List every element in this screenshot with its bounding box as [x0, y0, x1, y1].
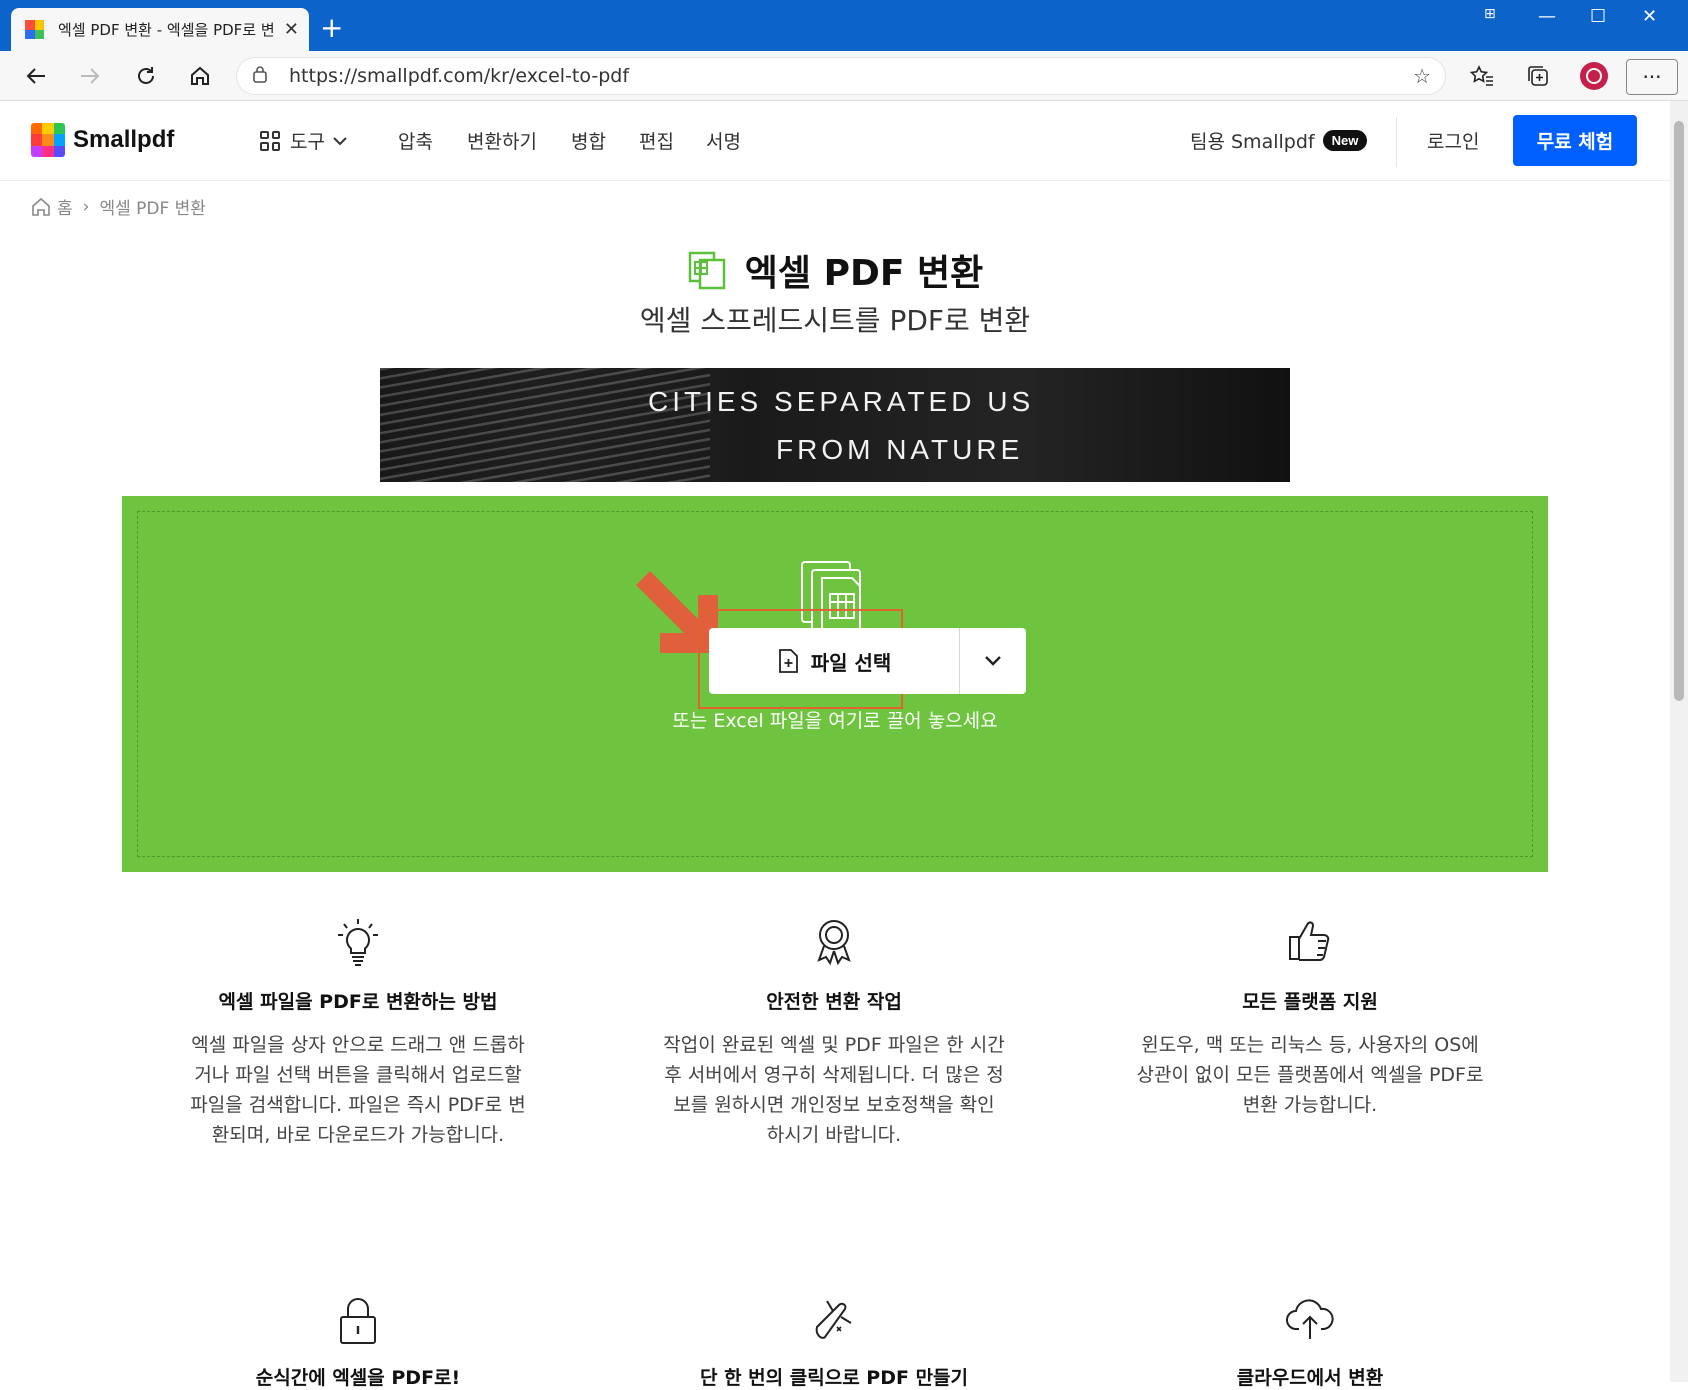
- feature-line: 거나 파일 선택 버튼을 클릭해서 업로드할: [194, 1064, 522, 1086]
- nav-edit[interactable]: 편집: [639, 127, 674, 154]
- window-layout-icon[interactable]: ⊞: [1484, 6, 1496, 22]
- excel-spreadsheet-icon: [688, 251, 726, 290]
- smallpdf-logo-icon: [31, 123, 65, 157]
- feature-title: 엑셀 파일을 PDF로 변환하는 방법: [218, 991, 498, 1013]
- feature-description: 엑셀 파일을 상자 안으로 드래그 앤 드롭하 거나 파일 선택 버튼을 클릭해…: [158, 1030, 558, 1150]
- nav-tools-label: 도구: [290, 131, 325, 153]
- url-text: https://smallpdf.com/kr/excel-to-pdf: [289, 65, 630, 87]
- feature-how-to: 엑셀 파일을 PDF로 변환하는 방법 엑셀 파일을 상자 안으로 드래그 앤 …: [158, 917, 558, 1150]
- site-header: Smallpdf 도구 압축 변환하기 병합 편집 서명 팀용 Smallpdf…: [0, 101, 1670, 181]
- ad-text-line2: FROM NATURE: [776, 434, 1024, 465]
- feature-platforms: 모든 플랫폼 지원 윈도우, 맥 또는 리눅스 등, 사용자의 OS에 상관이 …: [1110, 917, 1510, 1120]
- lock-icon: [253, 65, 277, 87]
- nav-sign[interactable]: 서명: [706, 127, 741, 154]
- feature-line: 윈도우, 맥 또는 리눅스 등, 사용자의 OS에: [1141, 1034, 1479, 1056]
- browser-toolbar: https://smallpdf.com/kr/excel-to-pdf ☆ ·…: [0, 51, 1688, 101]
- thumbs-up-icon: [1289, 921, 1330, 961]
- team-smallpdf-link[interactable]: 팀용 Smallpdf New: [1190, 127, 1368, 154]
- forward-icon[interactable]: [74, 61, 106, 91]
- feature-title: 단 한 번의 클릭으로 PDF 만들기: [699, 1367, 969, 1389]
- close-window-icon[interactable]: ✕: [1642, 6, 1657, 27]
- chevron-down-icon: [985, 656, 1001, 666]
- tools-menu[interactable]: 도구: [260, 127, 347, 154]
- add-file-icon: [778, 649, 798, 673]
- minimize-icon[interactable]: —: [1538, 6, 1556, 27]
- feature-security: 안전한 변환 작업 작업이 완료된 엑셀 및 PDF 파일은 한 시간 후 서버…: [634, 917, 1034, 1150]
- choose-file-label: 파일 선택: [810, 650, 892, 675]
- back-icon[interactable]: [20, 61, 52, 91]
- page-subtitle: 엑셀 스프레드시트를 PDF로 변환: [639, 304, 1031, 337]
- breadcrumb-home[interactable]: 홈: [57, 194, 73, 219]
- feature-title: 안전한 변환 작업: [766, 991, 902, 1013]
- maximize-icon[interactable]: ☐: [1590, 6, 1606, 27]
- tab-title: 엑셀 PDF 변환 - 엑셀을 PDF로 변: [58, 21, 275, 39]
- swiss-knife-icon: [815, 1300, 852, 1339]
- feature-line: 보를 원하시면 개인정보 보호정책을 확인: [673, 1094, 995, 1116]
- add-favorite-icon[interactable]: ☆: [1413, 64, 1431, 88]
- nav-merge[interactable]: 병합: [571, 127, 606, 154]
- breadcrumb: 홈 › 엑셀 PDF 변환: [31, 194, 206, 219]
- browser-titlebar: 엑셀 PDF 변환 - 엑셀을 PDF로 변 ✕ + ⊞ — ☐ ✕: [0, 0, 1688, 51]
- brand-name: Smallpdf: [73, 126, 175, 153]
- page-viewport: Smallpdf 도구 압축 변환하기 병합 편집 서명 팀용 Smallpdf…: [0, 101, 1688, 1389]
- free-trial-button[interactable]: 무료 체험: [1513, 115, 1637, 166]
- lightbulb-icon: [338, 919, 378, 966]
- nav-convert[interactable]: 변환하기: [467, 127, 537, 154]
- favorites-icon[interactable]: [1466, 61, 1498, 91]
- home-icon[interactable]: [31, 197, 51, 217]
- feature-line: 변환 가능합니다.: [1242, 1094, 1378, 1116]
- cloud-upload-icon: [1286, 1299, 1334, 1339]
- page-title: 엑셀 PDF 변환: [744, 253, 984, 294]
- file-source-dropdown[interactable]: [960, 628, 1026, 694]
- breadcrumb-current: 엑셀 PDF 변환: [99, 199, 206, 219]
- feature-line: 파일을 검색합니다. 파일은 즉시 PDF로 변: [190, 1094, 526, 1116]
- feature-line: 작업이 완료된 엑셀 및 PDF 파일은 한 시간: [663, 1034, 1005, 1056]
- team-label: 팀용 Smallpdf: [1190, 131, 1315, 153]
- lock-icon: [340, 1298, 376, 1344]
- feature-line: 후 서버에서 영구히 삭제됩니다. 더 많은 정: [664, 1064, 1004, 1086]
- ad-text-line1: CITIES SEPARATED US: [648, 386, 1035, 417]
- grid-icon: [260, 130, 280, 151]
- feature-title: 순식간에 엑셀을 PDF로!: [255, 1367, 461, 1389]
- login-link[interactable]: 로그인: [1427, 127, 1479, 154]
- page-title-row: 엑셀 PDF 변환: [0, 244, 1670, 296]
- feature-cloud: 클라우드에서 변환: [1110, 1297, 1510, 1390]
- refresh-icon[interactable]: [130, 61, 162, 91]
- smallpdf-logo[interactable]: Smallpdf: [31, 123, 174, 157]
- scrollbar-thumb[interactable]: [1674, 121, 1684, 701]
- feature-description: 작업이 완료된 엑셀 및 PDF 파일은 한 시간 후 서버에서 영구히 삭제됩…: [634, 1030, 1034, 1150]
- chevron-down-icon: [333, 136, 347, 145]
- breadcrumb-separator: ›: [82, 196, 90, 217]
- home-icon[interactable]: [184, 61, 216, 91]
- browser-tab[interactable]: 엑셀 PDF 변환 - 엑셀을 PDF로 변 ✕: [11, 8, 309, 51]
- drop-hint-text: 또는 Excel 파일을 여기로 끌어 놓으세요: [672, 710, 998, 732]
- feature-speed: 순식간에 엑셀을 PDF로!: [158, 1297, 558, 1390]
- feature-title: 모든 플랫폼 지원: [1242, 991, 1378, 1013]
- feature-line: 엑셀 파일을 상자 안으로 드래그 앤 드롭하: [191, 1034, 525, 1056]
- feature-line: 환되며, 바로 다운로드가 가능합니다.: [211, 1124, 505, 1146]
- nav-compress[interactable]: 압축: [398, 127, 433, 154]
- tab-close-icon[interactable]: ✕: [284, 19, 299, 40]
- smallpdf-favicon-icon: [25, 20, 44, 39]
- choose-file-button[interactable]: 파일 선택: [709, 628, 959, 694]
- feature-description: 윈도우, 맥 또는 리눅스 등, 사용자의 OS에 상관이 없이 모든 플랫폼에…: [1110, 1030, 1510, 1120]
- ad-banner[interactable]: CITIES SEPARATED US FROM NATURE: [380, 368, 1290, 482]
- profile-avatar-icon[interactable]: [1578, 61, 1610, 91]
- collections-icon[interactable]: [1522, 61, 1554, 91]
- new-badge: New: [1322, 130, 1368, 151]
- page-scrollbar[interactable]: [1670, 101, 1688, 1382]
- feature-line: 상관이 없이 모든 플랫폼에서 엑셀을 PDF로: [1136, 1064, 1484, 1086]
- award-icon: [817, 920, 851, 966]
- feature-line: 하시기 바랍니다.: [766, 1124, 902, 1146]
- feature-title: 클라우드에서 변환: [1236, 1367, 1384, 1389]
- header-divider: [1396, 117, 1397, 167]
- feature-one-click: 단 한 번의 클릭으로 PDF 만들기: [634, 1297, 1034, 1390]
- address-bar[interactable]: https://smallpdf.com/kr/excel-to-pdf ☆: [236, 57, 1446, 95]
- settings-more-icon[interactable]: ···: [1626, 59, 1678, 95]
- new-tab-icon[interactable]: +: [320, 14, 343, 42]
